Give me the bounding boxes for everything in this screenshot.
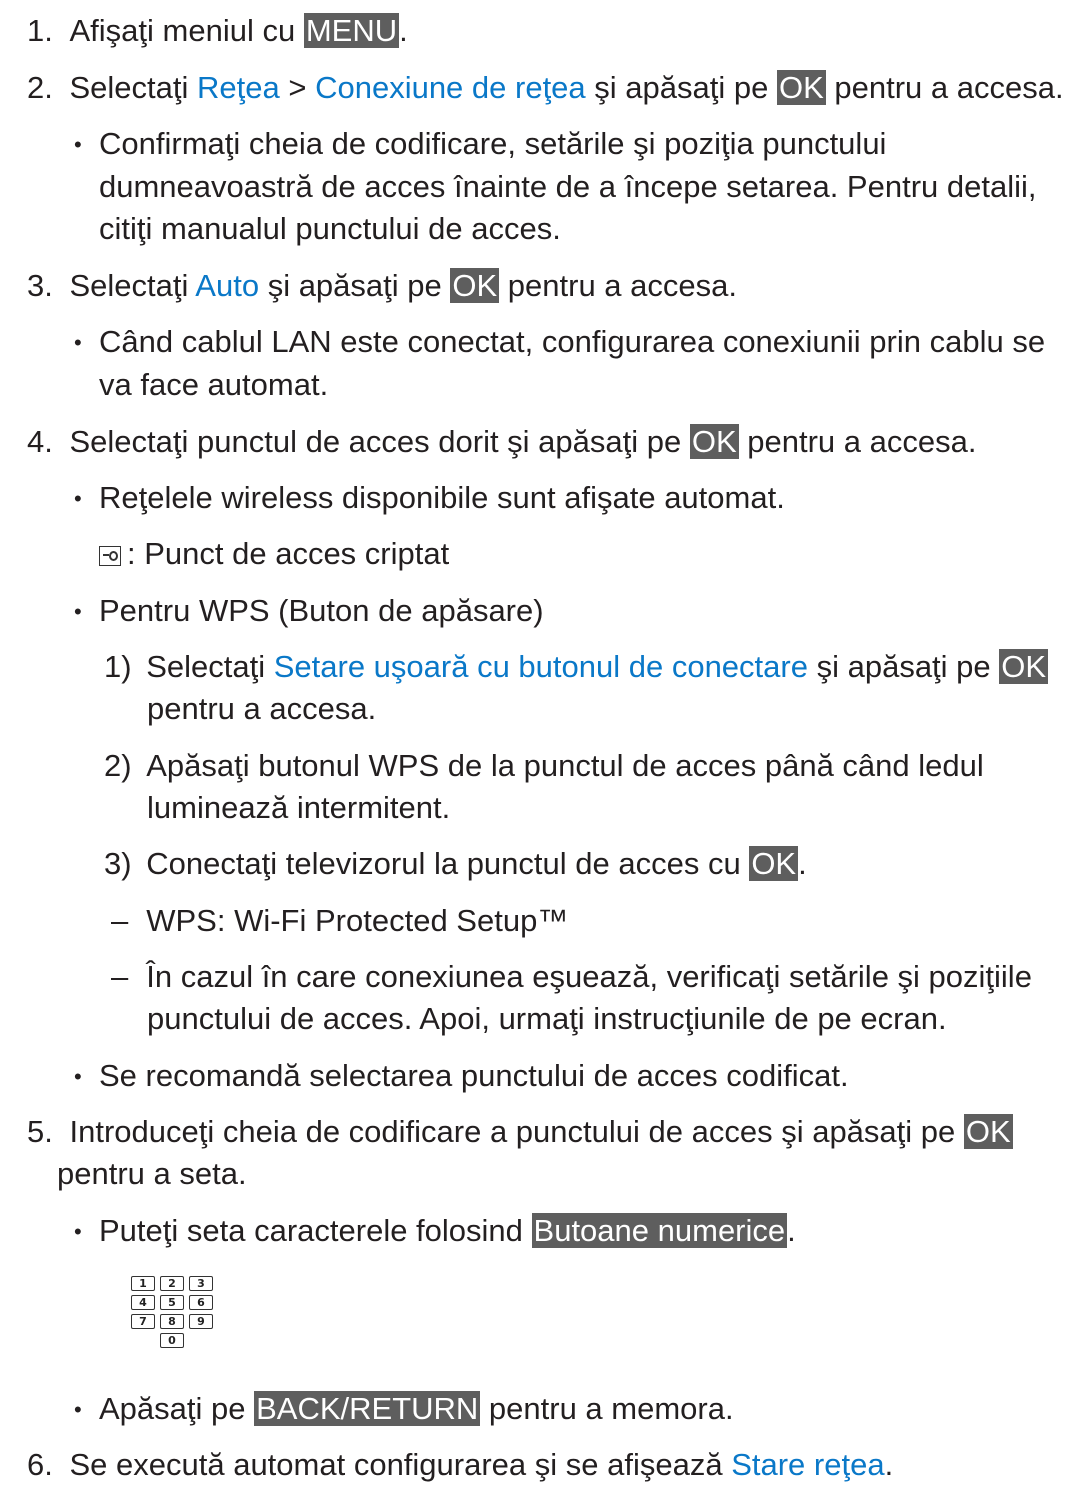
bullet: • (74, 599, 82, 624)
step-1: 1. Afişaţi meniul cu MENU. (27, 13, 408, 48)
bullet: • (74, 1219, 82, 1244)
step-5: 5. Introduceţi cheia de codificare a pun… (27, 1114, 1013, 1149)
step-number: 4. (27, 424, 53, 459)
ok-key: OK (963, 1114, 1013, 1149)
key-2: 2 (160, 1276, 184, 1291)
bullet: • (74, 132, 82, 157)
step-number: 2. (27, 70, 53, 105)
key-3: 3 (189, 1276, 213, 1291)
step-number: 3. (27, 268, 53, 303)
note-line: va face automat. (99, 367, 329, 402)
substep-1: 1) Selectaţi Setare uşoară cu butonul de… (104, 649, 1049, 684)
step-number: 5. (27, 1114, 53, 1149)
note-line: dumneavoastră de acces înainte de a înce… (99, 169, 1037, 204)
note-line: Confirmaţi cheia de codificare, setările… (99, 126, 887, 161)
key-8: 8 (160, 1314, 184, 1329)
step-number: 6. (27, 1447, 53, 1482)
back-return-key: BACK/RETURN (254, 1391, 481, 1426)
ok-key: OK (999, 649, 1049, 684)
dash-item: – WPS: Wi-Fi Protected Setup™ (111, 903, 569, 938)
note-line: pentru a accesa. (147, 691, 377, 726)
note-line: Puteţi seta caracterele folosind Butoane… (99, 1213, 796, 1248)
ok-key: OK (450, 268, 500, 303)
lock-icon (99, 546, 121, 566)
key-4: 4 (131, 1295, 155, 1310)
note-line: pentru a seta. (57, 1156, 247, 1191)
note-line: Se recomandă selectarea punctului de acc… (99, 1058, 849, 1093)
bullet: • (74, 1064, 82, 1089)
bullet: • (74, 330, 82, 355)
link-setare-usoara[interactable]: Setare uşoară cu butonul de conectare (274, 649, 808, 684)
note-line: punctului de acces. Apoi, urmaţi instruc… (147, 1001, 947, 1036)
key-9: 9 (189, 1314, 213, 1329)
ok-key: OK (749, 846, 799, 881)
numeric-buttons-key: Butoane numerice (531, 1213, 788, 1248)
link-conexiune-retea[interactable]: Conexiune de reţea (315, 70, 586, 105)
key-0: 0 (160, 1333, 184, 1348)
step-number: 1. (27, 13, 53, 48)
key-6: 6 (189, 1295, 213, 1310)
link-auto[interactable]: Auto (195, 268, 259, 303)
step-6: 6. Se execută automat configurarea şi se… (27, 1447, 894, 1482)
ok-key: OK (689, 424, 739, 459)
menu-key: MENU (303, 13, 400, 48)
bullet: • (74, 486, 82, 511)
note-line: Apăsaţi pe BACK/RETURN pentru a memora. (99, 1391, 734, 1426)
note-line: Reţelele wireless disponibile sunt afişa… (99, 480, 785, 515)
dash-item: – În cazul în care conexiunea eşuează, ve… (111, 959, 1032, 994)
ok-key: OK (776, 70, 826, 105)
step-2: 2. Selectaţi Reţea > Conexiune de reţea … (27, 70, 1064, 105)
step-text: Afişaţi meniul cu (69, 13, 304, 48)
bullet: • (74, 1397, 82, 1422)
key-5: 5 (160, 1295, 184, 1310)
note-line: Pentru WPS (Buton de apăsare) (99, 593, 544, 628)
link-stare-retea[interactable]: Stare reţea (731, 1447, 884, 1482)
key-7: 7 (131, 1314, 155, 1329)
note-line: citiţi manualul punctului de acces. (99, 211, 561, 246)
note-line: luminează intermitent. (147, 790, 451, 825)
note-line: Când cablul LAN este conectat, configura… (99, 324, 1046, 359)
lock-legend: : Punct de acces criptat (99, 535, 449, 573)
step-4: 4. Selectaţi punctul de acces dorit şi a… (27, 424, 977, 459)
link-retea[interactable]: Reţea (197, 70, 280, 105)
substep-3: 3) Conectaţi televizorul la punctul de a… (104, 846, 807, 881)
step-3: 3. Selectaţi Auto şi apăsaţi pe OK pentr… (27, 268, 737, 303)
substep-2: 2) Apăsaţi butonul WPS de la punctul de … (104, 748, 984, 783)
key-1: 1 (131, 1276, 155, 1291)
